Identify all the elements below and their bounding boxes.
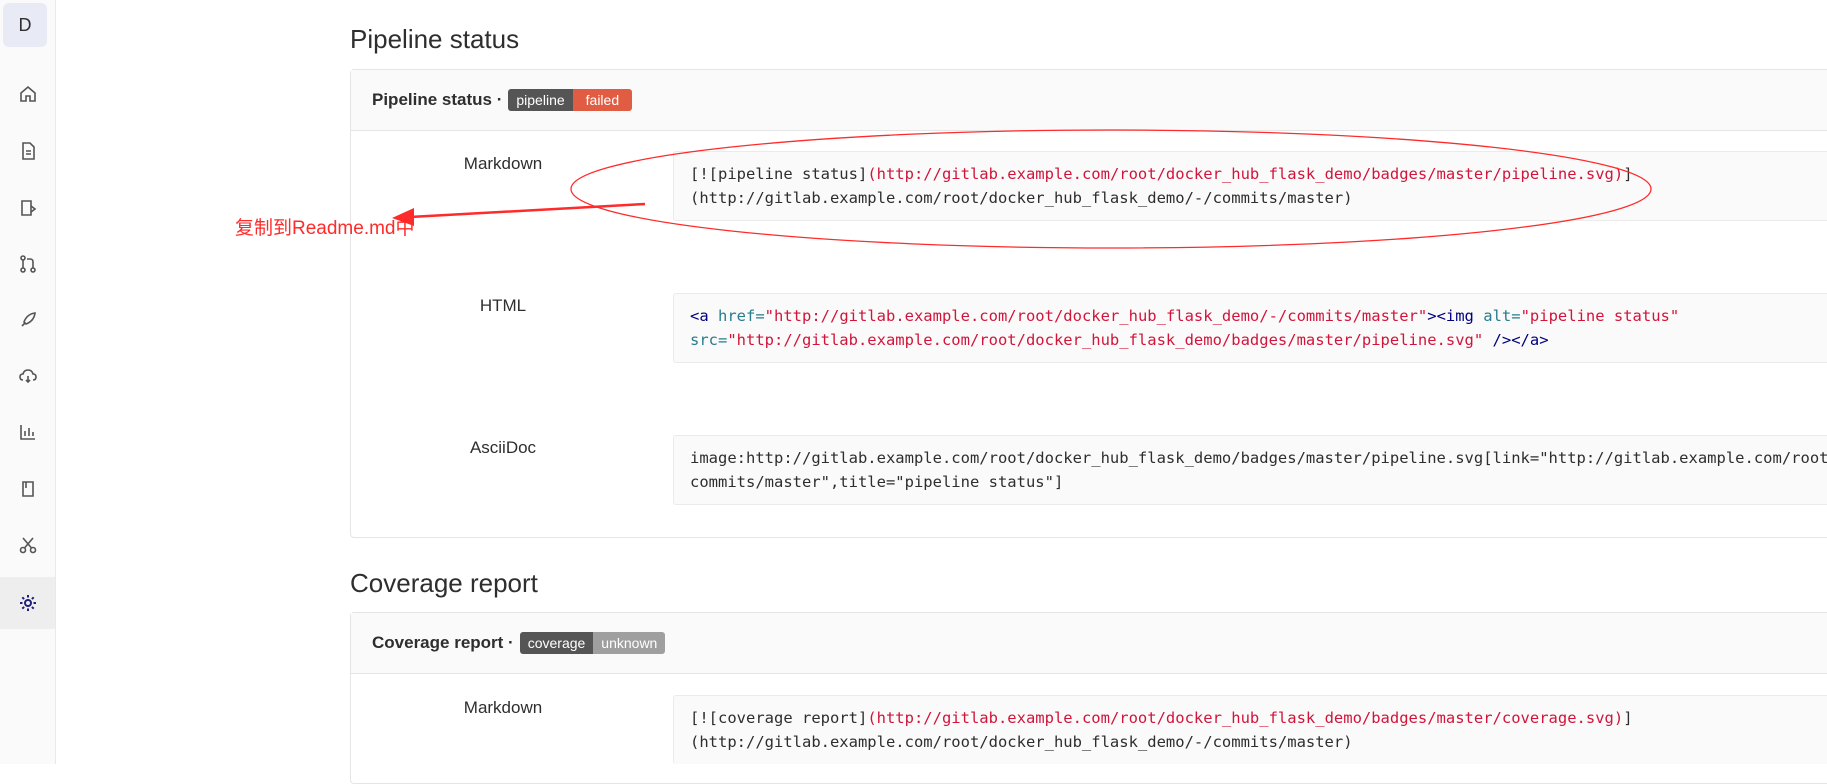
sidebar-item-operations[interactable] bbox=[0, 352, 55, 400]
html-a-open: <a bbox=[690, 307, 709, 325]
rocket-icon bbox=[20, 312, 36, 327]
pipeline-html-code[interactable]: <a href="http://gitlab.example.com/root/… bbox=[673, 293, 1827, 363]
pipeline-markdown-code[interactable]: [![pipeline status](http://gitlab.exampl… bbox=[673, 151, 1827, 221]
badge-left-label: pipeline bbox=[508, 89, 573, 111]
issues-icon bbox=[20, 200, 36, 216]
sidebar: D bbox=[0, 0, 56, 764]
asciidoc-line2: commits/master",title="pipeline status"] bbox=[690, 473, 1064, 491]
md-alt: [![pipeline status] bbox=[690, 165, 868, 183]
html-close: /></a> bbox=[1483, 331, 1549, 349]
coverage-markdown-code[interactable]: [![coverage report](http://gitlab.exampl… bbox=[673, 695, 1827, 764]
asciidoc-line1: image:http://gitlab.example.com/root/doc… bbox=[690, 449, 1827, 467]
pipeline-panel-title: Pipeline status · bbox=[372, 90, 503, 109]
md-end: ] bbox=[1623, 165, 1633, 183]
badge-status-failed: failed bbox=[572, 89, 633, 111]
html-src-attr: src= bbox=[690, 331, 728, 349]
book-icon bbox=[21, 481, 34, 497]
merge-request-icon bbox=[19, 255, 36, 273]
badge-status-unknown: unknown bbox=[593, 632, 666, 654]
sidebar-item-merge-requests[interactable] bbox=[0, 240, 55, 288]
html-alt-value: "pipeline status" bbox=[1520, 307, 1680, 325]
html-label: HTML bbox=[479, 296, 527, 315]
coverage-badge: coverage unknown bbox=[519, 632, 666, 654]
annotation-text: 复制到Readme.md中 bbox=[235, 218, 415, 239]
pipeline-status-heading: Pipeline status bbox=[350, 24, 520, 54]
md-badge-url: (http://gitlab.example.com/root/docker_h… bbox=[867, 165, 1624, 183]
sidebar-item-settings[interactable] bbox=[0, 577, 55, 629]
file-icon bbox=[21, 142, 35, 160]
asciidoc-label: AsciiDoc bbox=[469, 438, 537, 457]
project-avatar[interactable]: D bbox=[3, 3, 47, 47]
scissors-icon bbox=[19, 537, 36, 554]
html-href-value: "http://gitlab.example.com/root/docker_h… bbox=[764, 307, 1428, 325]
sidebar-item-issues[interactable] bbox=[0, 184, 55, 232]
html-alt-attr: alt= bbox=[1473, 307, 1521, 325]
coverage-report-heading: Coverage report bbox=[350, 568, 538, 598]
cov-md-badge-url: (http://gitlab.example.com/root/docker_h… bbox=[867, 709, 1624, 727]
sidebar-item-snippets[interactable] bbox=[0, 521, 55, 569]
sidebar-item-wiki[interactable] bbox=[0, 465, 55, 513]
cov-md-alt: [![coverage report] bbox=[690, 709, 868, 727]
cov-md-end: ] bbox=[1623, 709, 1633, 727]
pipeline-panel-header: Pipeline status · pipeline failed bbox=[351, 70, 1827, 131]
pipeline-asciidoc-code[interactable]: image:http://gitlab.example.com/root/doc… bbox=[673, 435, 1827, 505]
html-src-value: "http://gitlab.example.com/root/docker_h… bbox=[727, 331, 1484, 349]
coverage-panel-title: Coverage report · bbox=[372, 633, 514, 652]
coverage-markdown-label: Markdown bbox=[463, 698, 543, 717]
html-img-open: ><img bbox=[1427, 307, 1474, 325]
sidebar-item-project-overview[interactable] bbox=[0, 70, 55, 118]
chart-icon bbox=[19, 425, 35, 440]
markdown-label: Markdown bbox=[463, 154, 543, 173]
coverage-panel-header: Coverage report · coverage unknown bbox=[351, 613, 1827, 674]
badge-left-label: coverage bbox=[519, 632, 594, 654]
sidebar-item-analytics[interactable] bbox=[0, 408, 55, 456]
sidebar-item-repository[interactable] bbox=[0, 127, 55, 175]
md-link-url: (http://gitlab.example.com/root/docker_h… bbox=[690, 189, 1353, 207]
home-icon bbox=[19, 85, 36, 102]
gear-icon bbox=[19, 595, 36, 611]
cloud-icon bbox=[18, 369, 37, 384]
cov-md-link-url: (http://gitlab.example.com/root/docker_h… bbox=[690, 733, 1353, 751]
html-href-attr: href= bbox=[708, 307, 765, 325]
sidebar-item-ci-cd[interactable] bbox=[0, 296, 55, 344]
pipeline-status-badge: pipeline failed bbox=[508, 89, 633, 111]
